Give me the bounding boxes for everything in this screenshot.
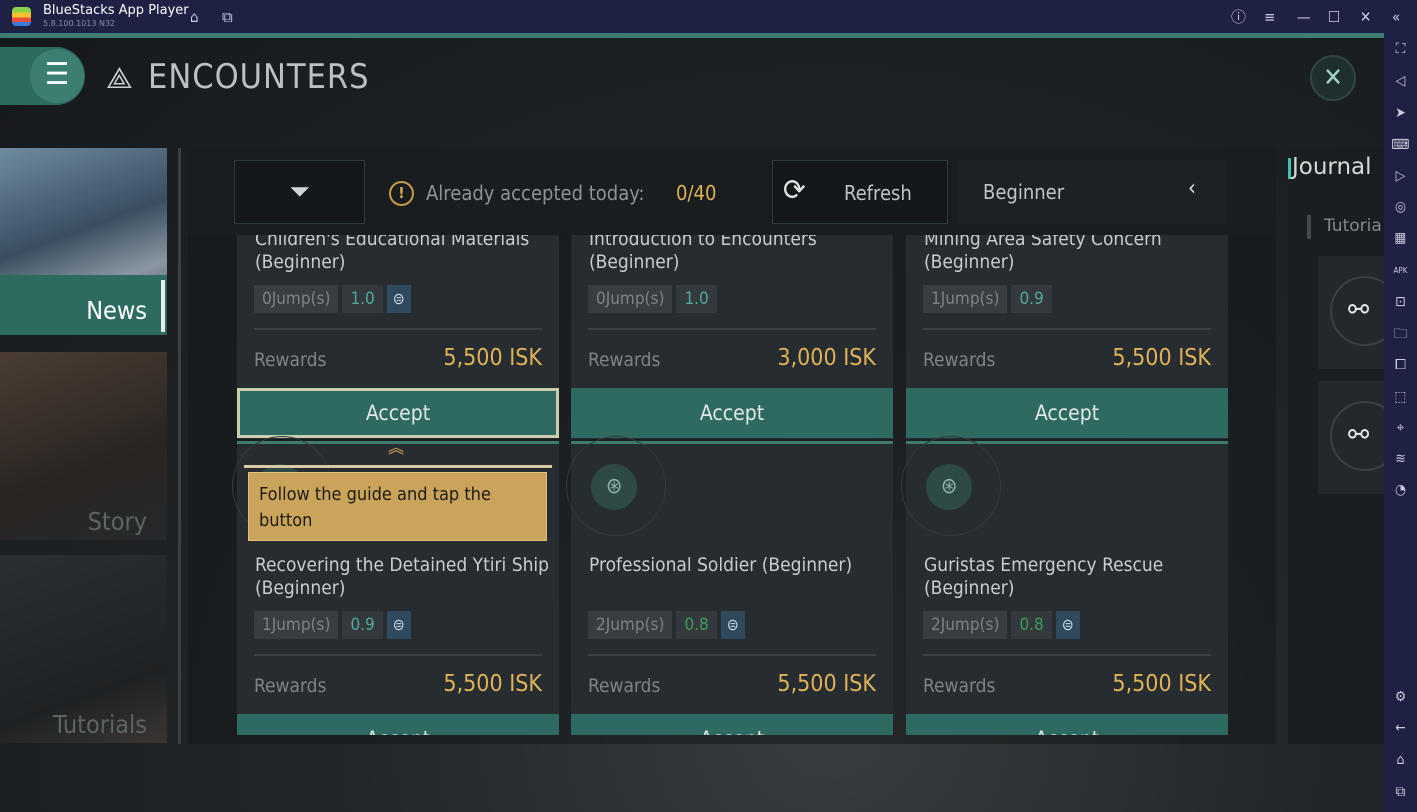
rewards-label: Rewards bbox=[923, 349, 996, 371]
agent-icon: ⊜ bbox=[1055, 611, 1080, 639]
reward-value: 5,500 ISK bbox=[1112, 671, 1211, 697]
journal-title: Journal bbox=[1292, 154, 1372, 180]
journal-item[interactable]: ⚯ bbox=[1318, 256, 1384, 369]
hamburger-icon: ☰ bbox=[30, 49, 84, 103]
bluestacks-logo bbox=[12, 7, 31, 26]
difficulty-value: Beginner bbox=[983, 180, 1065, 204]
keyboard-icon[interactable]: ⌨ bbox=[1391, 136, 1410, 155]
journal-indicator bbox=[1288, 158, 1291, 179]
screenshot-icon[interactable]: ⊡ bbox=[1391, 293, 1410, 312]
menu-button[interactable]: ☰ bbox=[0, 47, 85, 105]
location-icon[interactable]: ⌖ bbox=[1391, 419, 1410, 438]
menu-icon[interactable]: ≡ bbox=[1264, 7, 1275, 27]
filter-button[interactable]: ⏷ bbox=[234, 160, 365, 224]
reward-value: 3,000 ISK bbox=[777, 345, 876, 371]
reward-value: 5,500 ISK bbox=[443, 671, 542, 697]
jumps-badge: 2Jump(s) bbox=[923, 611, 1008, 639]
difficulty-dropdown[interactable]: Beginner ‹ bbox=[958, 160, 1226, 224]
reward-value: 5,500 ISK bbox=[443, 345, 542, 371]
rotate-icon[interactable]: ◎ bbox=[1391, 198, 1410, 217]
encounter-type-icon: ⊛ bbox=[591, 464, 637, 510]
home-icon[interactable]: ⌂ bbox=[190, 7, 199, 27]
volume-mute-icon[interactable]: ◁ bbox=[1391, 72, 1410, 91]
encounter-type-icon: ⊛ bbox=[926, 464, 972, 510]
accepted-label: Already accepted today: bbox=[426, 181, 645, 205]
back-icon[interactable]: ← bbox=[1391, 719, 1410, 738]
guide-line bbox=[244, 465, 552, 468]
fullscreen-icon[interactable]: ⛶ bbox=[1391, 40, 1410, 59]
gamepad-icon[interactable]: ▦ bbox=[1391, 229, 1410, 248]
game-view: ☰ ⟁ ENCOUNTERS ✕ News Story Tutorials Ch… bbox=[0, 33, 1384, 812]
minimize-icon[interactable]: — bbox=[1297, 7, 1311, 27]
layers-icon[interactable]: ≋ bbox=[1391, 450, 1410, 469]
encounter-card: ⊛ Professional Soldier (Beginner) 2Jump(s)… bbox=[566, 436, 893, 735]
encounters-logo-icon: ⟁ bbox=[106, 61, 133, 96]
accept-button[interactable]: Accept bbox=[571, 388, 893, 438]
chevron-left-icon: ‹ bbox=[1188, 176, 1196, 201]
accept-button[interactable]: Accept bbox=[237, 388, 559, 438]
encounter-title: Guristas Emergency Rescue (Beginner) bbox=[924, 554, 1164, 599]
maximize-icon[interactable]: ☐ bbox=[1328, 7, 1340, 27]
journal-tab-tutorials[interactable]: Tutoria bbox=[1324, 216, 1382, 236]
security-badge: 0.9 bbox=[1011, 285, 1052, 313]
rewards-label: Rewards bbox=[588, 675, 661, 697]
speed-icon[interactable]: ◔ bbox=[1391, 481, 1410, 500]
journal-item[interactable]: ⚯ bbox=[1318, 381, 1384, 494]
agent-icon: ⊜ bbox=[386, 285, 411, 313]
record-icon[interactable]: ▷ bbox=[1391, 167, 1410, 186]
refresh-icon: ⟳ bbox=[783, 173, 806, 208]
encounter-title: Recovering the Detained Ytiri Ship (Begi… bbox=[255, 554, 550, 599]
encounter-card: ⊛ Guristas Emergency Rescue (Beginner) 2Ju… bbox=[901, 436, 1228, 735]
jumps-badge: 1Jump(s) bbox=[923, 285, 1008, 313]
encounter-title: Professional Soldier (Beginner) bbox=[589, 554, 853, 576]
close-button[interactable]: ✕ bbox=[1310, 55, 1356, 101]
bluestacks-sidebar: ⛶ ◁ ➤ ⌨ ▷ ◎ ▦ APK ⊡ 🗀 ⧠ ⬚ ⌖ ≋ ◔ ⚙ ← ⌂ ⧉ bbox=[1384, 33, 1417, 812]
security-badge: 0.8 bbox=[676, 611, 717, 639]
filter-icon: ⏷ bbox=[289, 177, 310, 207]
agent-icon: ⊜ bbox=[720, 611, 745, 639]
share-icon: ⚯ bbox=[1330, 401, 1384, 471]
security-badge: 1.0 bbox=[342, 285, 383, 313]
folder-icon[interactable]: 🗀 bbox=[1391, 325, 1410, 344]
rewards-label: Rewards bbox=[254, 675, 327, 697]
reward-value: 5,500 ISK bbox=[1112, 345, 1211, 371]
page-title: ENCOUNTERS bbox=[148, 57, 370, 97]
security-badge: 1.0 bbox=[676, 285, 717, 313]
accepted-count: 0/40 bbox=[676, 181, 717, 205]
header-strip bbox=[0, 33, 1384, 38]
collapse-sidebar-icon[interactable]: « bbox=[1392, 7, 1400, 27]
apk-icon[interactable]: APK bbox=[1391, 261, 1410, 280]
refresh-button[interactable]: ⟳ Refresh bbox=[772, 160, 948, 224]
share-icon: ⚯ bbox=[1330, 276, 1384, 346]
multi-instance-icon[interactable]: ⧉ bbox=[222, 7, 233, 27]
home-icon[interactable]: ⌂ bbox=[1391, 751, 1410, 770]
rewards-label: Rewards bbox=[588, 349, 661, 371]
jumps-badge: 1Jump(s) bbox=[254, 611, 339, 639]
security-badge: 0.8 bbox=[1011, 611, 1052, 639]
title-bar: BlueStacks App Player 5.8.100.1013 N32 ⌂… bbox=[0, 0, 1417, 33]
window-title: BlueStacks App Player bbox=[43, 3, 189, 18]
agent-icon: ⊜ bbox=[386, 611, 411, 639]
rewards-label: Rewards bbox=[923, 675, 996, 697]
security-badge: 0.9 bbox=[342, 611, 383, 639]
accept-button[interactable]: Accept bbox=[906, 388, 1228, 438]
jumps-badge: 0Jump(s) bbox=[588, 285, 673, 313]
warning-icon: ! bbox=[389, 181, 414, 206]
settings-icon[interactable]: ⚙ bbox=[1391, 688, 1410, 707]
eraser-icon[interactable]: ⬚ bbox=[1391, 388, 1410, 407]
guide-arrow-icon: ︽ bbox=[388, 438, 405, 457]
close-icon[interactable]: ✕ bbox=[1360, 7, 1371, 27]
help-icon[interactable]: ⓘ bbox=[1231, 7, 1246, 27]
version-label: 5.8.100.1013 N32 bbox=[43, 19, 116, 28]
pointer-icon[interactable]: ➤ bbox=[1391, 104, 1410, 123]
rewards-label: Rewards bbox=[254, 349, 327, 371]
guide-tooltip: Follow the guide and tap the button bbox=[248, 472, 547, 541]
recents-icon[interactable]: ⧉ bbox=[1391, 783, 1410, 802]
jumps-badge: 0Jump(s) bbox=[254, 285, 339, 313]
resize-icon[interactable]: ⧠ bbox=[1391, 356, 1410, 375]
encounter-list[interactable]: Children's Educational Materials (Beginn… bbox=[0, 235, 1384, 735]
jumps-badge: 2Jump(s) bbox=[588, 611, 673, 639]
refresh-label: Refresh bbox=[844, 181, 912, 205]
reward-value: 5,500 ISK bbox=[777, 671, 876, 697]
